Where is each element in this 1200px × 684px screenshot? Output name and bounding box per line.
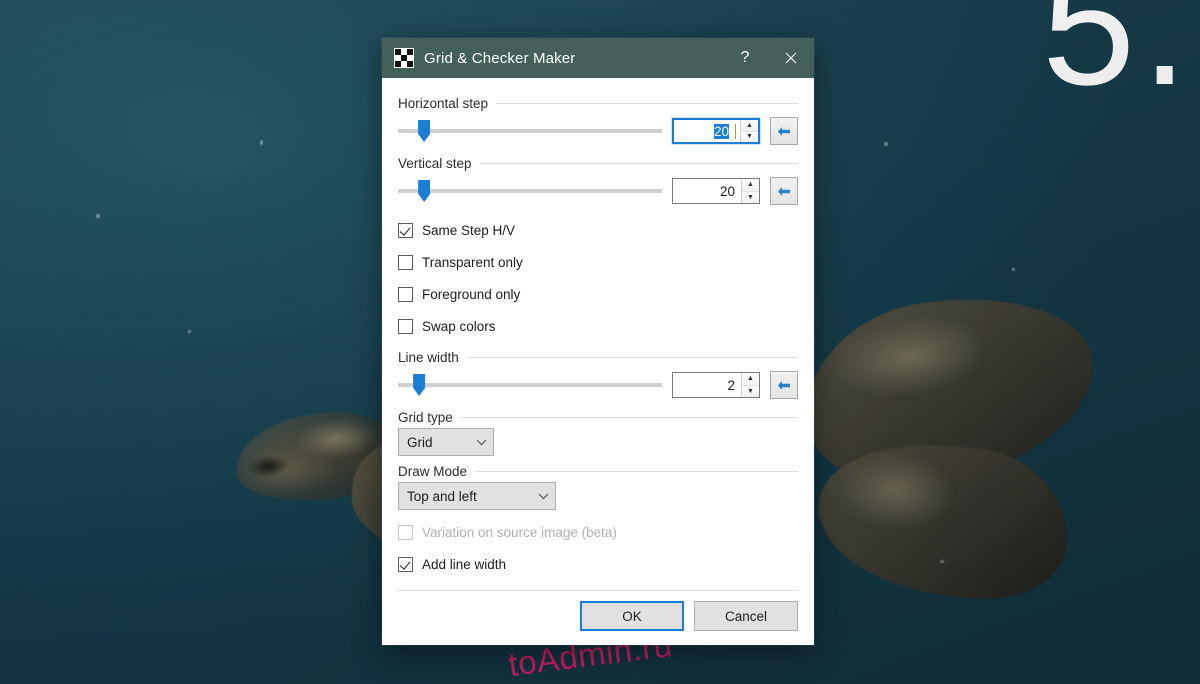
checkbox-label: Foreground only [422,287,520,302]
grid-checker-icon [394,48,414,68]
sea-turtle-head [232,406,405,509]
checkbox-swap-colors[interactable]: Swap colors [398,310,798,342]
spinner-down-icon[interactable]: ▼ [741,132,758,143]
text-caret [735,124,736,139]
horizontal-step-value[interactable]: 20 [674,124,735,139]
spinner-buttons[interactable]: ▲ ▼ [741,373,759,397]
checkbox-icon[interactable] [398,557,413,572]
background-numeral: 5. [1042,0,1194,110]
line-width-row: 2 ▲ ▼ [398,368,798,402]
group-separator-line [461,417,798,418]
checkbox-foreground-only[interactable]: Foreground only [398,278,798,310]
vertical-step-spinbox[interactable]: 20 ▲ ▼ [672,178,760,204]
close-icon[interactable] [768,38,814,78]
vertical-step-value[interactable]: 20 [673,184,741,199]
horizontal-step-label: Horizontal step [398,96,488,111]
checkbox-variation-on-source-image: Variation on source image (beta) [398,516,798,548]
spinner-buttons[interactable]: ▲ ▼ [740,120,758,142]
checkbox-icon[interactable] [398,223,413,238]
vertical-step-reset-button[interactable] [770,177,798,205]
grid-checker-maker-dialog: Grid & Checker Maker ? Horizontal step 2… [382,38,814,645]
sea-turtle-shell [793,278,1108,501]
checkbox-icon[interactable] [398,287,413,302]
grid-type-label: Grid type [398,410,453,425]
horizontal-step-reset-button[interactable] [770,117,798,145]
group-grid-type: Grid type [398,410,798,425]
group-separator-line [475,471,798,472]
slider-track [398,383,662,387]
group-separator-line [480,163,798,164]
dialog-footer: OK Cancel [382,591,814,645]
water-particle [188,330,191,333]
group-separator-line [467,357,798,358]
horizontal-step-spinbox[interactable]: 20 ▲ ▼ [672,118,760,144]
draw-mode-select[interactable]: Top and left [398,482,556,510]
draw-mode-label: Draw Mode [398,464,467,479]
help-glyph: ? [741,49,750,67]
sea-turtle-flipper [813,437,1073,604]
spinner-down-icon[interactable]: ▼ [742,192,759,204]
vertical-step-slider[interactable] [398,178,662,204]
horizontal-step-slider[interactable] [398,118,662,144]
spinner-down-icon[interactable]: ▼ [742,386,759,398]
dialog-titlebar[interactable]: Grid & Checker Maker ? [382,38,814,78]
group-horizontal-step: Horizontal step [398,96,798,111]
checkbox-add-line-width[interactable]: Add line width [398,548,798,580]
group-draw-mode: Draw Mode [398,464,798,479]
line-width-label: Line width [398,350,459,365]
checkbox-label: Transparent only [422,255,523,270]
checkbox-label: Swap colors [422,319,496,334]
water-particle [260,140,263,145]
vertical-step-label: Vertical step [398,156,472,171]
spinner-up-icon[interactable]: ▲ [741,120,758,132]
water-particle [96,214,100,218]
checkbox-label: Same Step H/V [422,223,515,238]
checkbox-icon [398,525,413,540]
draw-mode-value: Top and left [407,489,531,504]
water-particle [1012,268,1015,271]
spinner-buttons[interactable]: ▲ ▼ [741,179,759,203]
cancel-button[interactable]: Cancel [694,601,798,631]
checkbox-icon[interactable] [398,319,413,334]
help-icon[interactable]: ? [722,38,768,78]
group-vertical-step: Vertical step [398,156,798,171]
slider-thumb[interactable] [418,180,430,202]
checkbox-same-step[interactable]: Same Step H/V [398,214,798,246]
dialog-title: Grid & Checker Maker [424,50,722,67]
checkbox-transparent-only[interactable]: Transparent only [398,246,798,278]
grid-type-select[interactable]: Grid [398,428,494,456]
spinner-up-icon[interactable]: ▲ [742,179,759,192]
slider-thumb[interactable] [418,120,430,142]
checkbox-label: Variation on source image (beta) [422,525,617,540]
water-particle [884,142,888,146]
ok-button[interactable]: OK [580,601,684,631]
vertical-step-row: 20 ▲ ▼ [398,174,798,208]
slider-thumb[interactable] [413,374,425,396]
grid-type-value: Grid [407,435,469,450]
group-separator-line [496,103,798,104]
spinner-up-icon[interactable]: ▲ [742,373,759,386]
line-width-spinbox[interactable]: 2 ▲ ▼ [672,372,760,398]
dialog-client-area: Horizontal step 20 ▲ ▼ [382,78,814,591]
chevron-down-icon [531,493,555,500]
line-width-slider[interactable] [398,372,662,398]
checkbox-icon[interactable] [398,255,413,270]
slider-track [398,189,662,193]
slider-track [398,129,662,133]
group-line-width: Line width [398,350,798,365]
line-width-value[interactable]: 2 [673,378,741,393]
horizontal-step-row: 20 ▲ ▼ [398,114,798,148]
water-particle [940,560,944,563]
chevron-down-icon [469,439,493,446]
line-width-reset-button[interactable] [770,371,798,399]
checkbox-label: Add line width [422,557,506,572]
